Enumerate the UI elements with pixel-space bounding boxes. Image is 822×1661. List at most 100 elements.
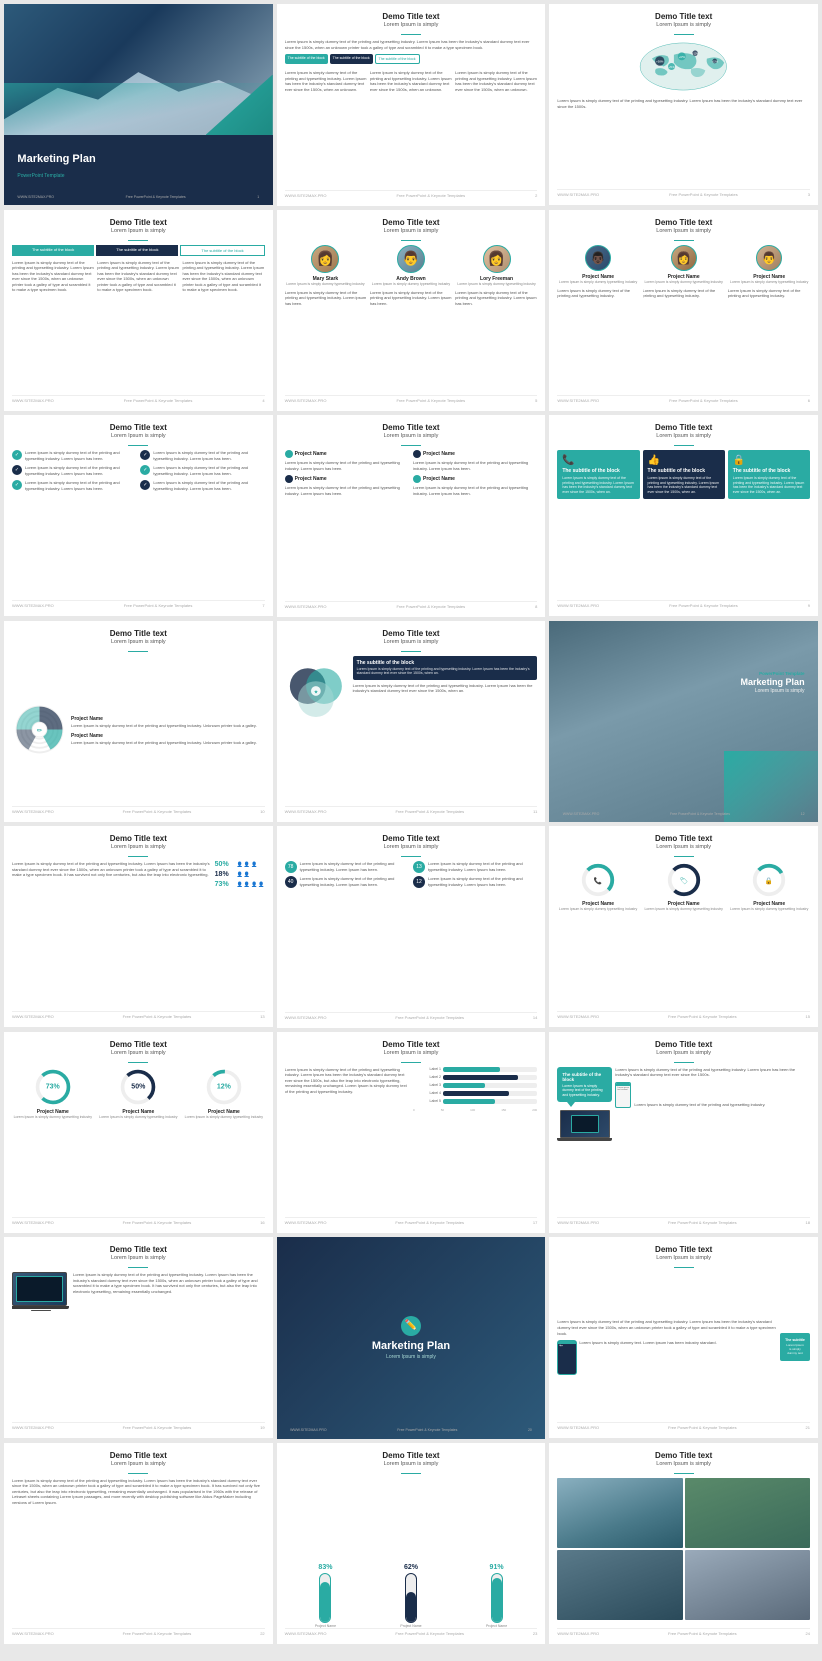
slide-5-text1: Lorem Ipsum is simply dummy text of the …: [285, 290, 367, 307]
slide-16-num: 16: [260, 1220, 264, 1225]
slide-19-title: Demo Title text: [12, 1245, 265, 1254]
slide-5-text3: Lorem Ipsum is simply dummy text of the …: [455, 290, 537, 307]
slide-8-dot1: [285, 450, 293, 458]
slide-24: Demo Title text Lorem Ipsum is simply: [549, 1443, 818, 1644]
slide-24-num: 24: [806, 1631, 810, 1636]
slide-14-num1: 78: [285, 861, 297, 873]
slide-5: Demo Title text Lorem Ipsum is simply 👩 …: [277, 210, 546, 412]
slide-8-ptext2: Lorem Ipsum is simply dummy text of the …: [413, 460, 537, 471]
slide-23-subtitle: Lorem Ipsum is simply: [285, 1461, 538, 1467]
slide-14-row4: 12 Lorem Ipsum is simply dummy text of t…: [413, 876, 537, 888]
slide-10-footer-url: WWW.SITE2MAX.PRO: [12, 809, 54, 814]
slide-10: Demo Title text Lorem Ipsum is simply: [4, 621, 273, 822]
slide-16-sub1: Lorem Ipsum is simply dummy typesetting …: [12, 1115, 94, 1119]
slide-9-icon3: 🔒: [733, 455, 805, 466]
slide-16-donut3: 12% Project Name Lorem Ipsum is simply d…: [183, 1067, 265, 1217]
slide-23-num: 23: [533, 1631, 537, 1636]
slide-21-footer-url: WWW.SITE2MAX.PRO: [557, 1425, 599, 1430]
slide-6-proj2-text: Lorem Ipsum is simply dummy typesetting …: [643, 280, 725, 284]
slide-2-col1: Lorem Ipsum is simply dummy text of the …: [285, 70, 367, 92]
slide-8-proj3: Project Name Lorem Ipsum is simply dummy…: [285, 475, 409, 496]
slide-8-proj2: Project Name Lorem Ipsum is simply dummy…: [413, 450, 537, 471]
slide-17-num: 17: [533, 1220, 537, 1225]
slide-24-title: Demo Title text: [557, 1451, 810, 1460]
slide-14-footer-label: Free PowerPoint & Keynote Templates: [395, 1015, 464, 1020]
slide-12-num: 12: [801, 812, 805, 816]
slide-23-footer-label: Free PowerPoint & Keynote Templates: [395, 1631, 464, 1636]
slide-8-ptext3: Lorem Ipsum is simply dummy text of the …: [285, 485, 409, 496]
slide-14-row1: 78 Lorem Ipsum is simply dummy text of t…: [285, 861, 409, 873]
slide-2-title: Demo Title text: [285, 12, 538, 21]
slide-3-num: 3: [808, 192, 810, 197]
slide-9-ctext3: Lorem Ipsum is simply dummy text of the …: [733, 476, 805, 494]
slide-13-stats: 50% 👤👤👤 18% 👤👤 73% �: [215, 861, 265, 1011]
slide-21-subtitle: Lorem Ipsum is simply: [557, 1255, 810, 1261]
svg-text:+47%: +47%: [679, 57, 685, 59]
slide-5-text2: Lorem Ipsum is simply dummy text of the …: [370, 290, 452, 307]
slide-14-row2: 40 Lorem Ipsum is simply dummy text of t…: [285, 876, 409, 888]
slide-8-subtitle: Lorem Ipsum is simply: [285, 433, 538, 439]
slide-16: Demo Title text Lorem Ipsum is simply 73…: [4, 1032, 273, 1233]
slide-16-pct3: 12%: [217, 1083, 231, 1090]
slide-22-title: Demo Title text: [12, 1451, 265, 1460]
slide-8-proj1: Project Name Lorem Ipsum is simply dummy…: [285, 450, 409, 471]
slide-16-donut2: 50% Project Name Lorem Ipsum is simply d…: [98, 1067, 180, 1217]
slide-3-footer-url: WWW.SITE2MAX.PRO: [557, 192, 599, 197]
slide-4-num: 4: [262, 398, 264, 403]
slide-6-t2: Lorem Ipsum is simply dummy text of the …: [643, 288, 725, 299]
slide-10-title: Demo Title text: [12, 629, 265, 638]
slide-4: Demo Title text Lorem Ipsum is simply Th…: [4, 210, 273, 411]
slide-1: Marketing Plan PowerPoint Template WWW.S…: [4, 4, 273, 205]
slide-4-col2: Lorem Ipsum is simply dummy text of the …: [97, 260, 179, 294]
slide-14-num3: 13: [413, 861, 425, 873]
slide-9-ctitle2: The subtitle of the block: [648, 468, 720, 474]
person-project-3: 👨 Project Name Lorem Ipsum is simply dum…: [728, 245, 810, 284]
slide-4-tab3[interactable]: The subtitle of the block: [180, 245, 264, 256]
slide-8-dot4: [413, 475, 421, 483]
slide-10-proj1: Project Name Lorem Ipsum is simply dummy…: [71, 716, 265, 729]
slide-14-footer-url: WWW.SITE2MAX.PRO: [285, 1015, 327, 1020]
slide-14-row3: 13 Lorem Ipsum is simply dummy text of t…: [413, 861, 537, 873]
slide-5-subtitle: Lorem Ipsum is simply: [285, 228, 538, 234]
slide-6-subtitle: Lorem Ipsum is simply: [557, 228, 810, 234]
slide-20: ✏️ Marketing Plan Lorem Ipsum is simply …: [277, 1237, 546, 1439]
slide-11-content: The subtitle of the block Lorem Ipsum is…: [353, 656, 538, 694]
slide-24-footer-label: Free PowerPoint & Keynote Templates: [668, 1631, 737, 1636]
slide-7-title: Demo Title text: [12, 423, 265, 432]
slide-15: Demo Title text Lorem Ipsum is simply 📞 …: [549, 826, 818, 1027]
slide-8-num: 8: [535, 604, 537, 609]
slide-16-donut1: 73% Project Name Lorem Ipsum is simply d…: [12, 1067, 94, 1217]
slide-6-t3: Lorem Ipsum is simply dummy text of the …: [728, 288, 810, 299]
slide-13-num: 13: [260, 1014, 264, 1019]
slide-9-title: Demo Title text: [557, 423, 810, 432]
svg-text:📞: 📞: [594, 876, 603, 885]
slide-5-title: Demo Title text: [285, 218, 538, 227]
slide-2-footer-label: Free PowerPoint & Keynote Templates: [396, 193, 465, 198]
slide-4-tab2[interactable]: The subtitle of the block: [96, 245, 178, 256]
slide-6-proj3-text: Lorem Ipsum is simply dummy typesetting …: [728, 280, 810, 284]
slide-18-footer-label: Free PowerPoint & Keynote Templates: [668, 1220, 737, 1225]
slide-4-tab1[interactable]: The subtitle of the block: [12, 245, 94, 256]
slide-8-proj4: Project Name Lorem Ipsum is simply dummy…: [413, 475, 537, 496]
slide-9-card1: 📞 The subtitle of the block Lorem Ipsum …: [557, 450, 639, 499]
slide-18-subtitle: Lorem Ipsum is simply: [557, 1050, 810, 1056]
slide-1-footer-label: Free PowerPoint & Keynote Templates: [126, 195, 186, 199]
slide-24-photo4: [685, 1550, 810, 1620]
slide-8-pname3: Project Name: [295, 476, 327, 482]
slide-18-footer-url: WWW.SITE2MAX.PRO: [557, 1220, 599, 1225]
svg-text:+15%: +15%: [712, 62, 718, 64]
slide-6-num: 6: [808, 398, 810, 403]
slide-16-sub2: Lorem Ipsum is simply dummy typesetting …: [98, 1115, 180, 1119]
slide-13-text: Lorem Ipsum is simply dummy text of the …: [12, 861, 211, 1011]
svg-text:✏: ✏: [37, 727, 42, 734]
slide-19-footer-url: WWW.SITE2MAX.PRO: [12, 1425, 54, 1430]
slide-16-title: Demo Title text: [12, 1040, 265, 1049]
slide-7-icon2: ✓: [12, 465, 22, 475]
slide-8-footer-label: Free PowerPoint & Keynote Templates: [396, 604, 465, 609]
svg-text:+58%: +58%: [657, 60, 665, 64]
slide-24-photo-grid: [557, 1478, 810, 1621]
slide-14-num4: 12: [413, 876, 425, 888]
slide-2: Demo Title text Lorem Ipsum is simply Lo…: [277, 4, 546, 206]
slide-4-subtitle: Lorem Ipsum is simply: [12, 228, 265, 234]
slide-2-col2: Lorem Ipsum is simply dummy text of the …: [370, 70, 452, 92]
